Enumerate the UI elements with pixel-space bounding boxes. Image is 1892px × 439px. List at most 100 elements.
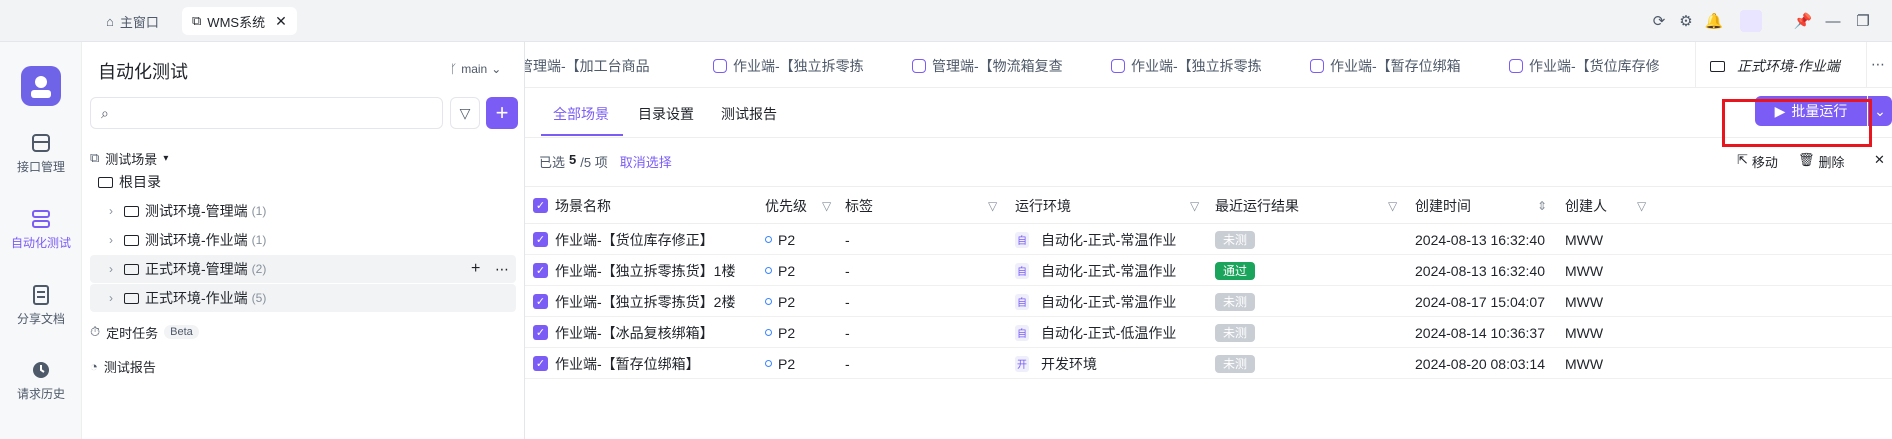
tree-folder[interactable]: › 测试环境-管理端 (1) [90,197,516,225]
delete-button[interactable]: 🗑 删除 [1798,152,1845,171]
refresh-icon[interactable]: ⟳ [1648,10,1670,32]
beta-badge: Beta [164,325,199,339]
column-header[interactable]: 最近运行结果 [1215,187,1299,224]
page-tab[interactable]: 作业端-【货位库存修 [1509,54,1660,78]
tree-root[interactable]: 根目录 [90,168,516,196]
scenario-name[interactable]: 作业端-【独立拆零拣货】2楼 [555,286,735,317]
env-icon: 自 [1015,324,1029,341]
nav-label: 请求历史 [16,387,65,401]
tree-label: 正式环境-管理端 [145,261,248,277]
nav-share-docs[interactable]: 分享文档 [0,285,82,327]
filter-button[interactable]: ▽ [450,97,480,129]
column-header[interactable]: 优先级 [765,187,807,224]
select-all-checkbox[interactable]: ✓ [533,187,548,224]
priority-label: P2 [778,324,796,341]
add-button[interactable]: + [486,97,518,129]
filter-icon[interactable]: ▽ [822,187,831,224]
column-header[interactable]: 标签 [845,187,873,224]
selection-count: 5 [569,152,577,167]
filter-icon[interactable]: ▽ [1190,187,1199,224]
subtab-directory-settings[interactable]: 目录设置 [638,104,694,124]
nav-api-management[interactable]: 接口管理 [0,133,82,175]
table-row[interactable]: ✓ 作业端-【冰品复核绑箱】 P2 - 自自动化-正式-低温作业 未测 2024-08-14… [525,317,1892,348]
selection-prefix: 已选 [539,155,566,170]
test-case-icon [713,59,727,73]
tree-folder[interactable]: › 正式环境-管理端 (2) + ⋯ [90,255,516,283]
priority: P2 [765,255,795,286]
tree-folder[interactable]: › 正式环境-作业端 (5) [90,284,516,312]
check-icon: ✓ [533,356,548,371]
tree-folder[interactable]: › 测试环境-作业端 (1) [90,226,516,254]
test-case-icon [1310,59,1324,73]
table-row[interactable]: ✓ 作业端-【独立拆零拣货】2楼 P2 - 自自动化-正式-常温作业 未测 2024-08-… [525,286,1892,317]
scenario-name[interactable]: 作业端-【独立拆零拣货】1楼 [555,255,735,286]
scenario-name[interactable]: 作业端-【冰品复核绑箱】 [555,317,714,348]
page-tab[interactable]: 作业端-【独立拆零拣 [713,54,864,78]
filter-icon[interactable]: ▽ [988,187,997,224]
chevron-right-icon: › [109,204,113,218]
row-checkbox[interactable]: ✓ [533,255,548,286]
cancel-selection-link[interactable]: 取消选择 [620,152,672,171]
row-checkbox[interactable]: ✓ [533,317,548,348]
column-header[interactable]: 场景名称 [555,187,611,224]
page-tab[interactable]: 作业端-【独立拆零拣 [1111,54,1262,78]
column-header[interactable]: 创建时间 [1415,187,1471,224]
filter-icon[interactable]: ▽ [1388,187,1397,224]
tree-count: (1) [251,204,267,218]
search-input[interactable] [116,104,417,122]
gear-icon[interactable]: ⚙ [1675,10,1697,32]
check-icon: ✓ [533,325,548,340]
nav-request-history[interactable]: 请求历史 [0,360,82,402]
priority: P2 [765,286,795,317]
main-content: 管理端-【加工台商品 作业端-【独立拆零拣 管理端-【物流箱复查 作业端-【独立… [525,42,1892,439]
tree-search-box[interactable]: ⌕ [90,97,443,129]
table-row[interactable]: ✓ 作业端-【暂存位绑箱】 P2 - 开开发环境 未测 2024-08-20 08:03:1… [525,348,1892,379]
tag: - [845,324,850,341]
priority-dot-icon [765,329,772,336]
table-row[interactable]: ✓ 作业端-【货位库存修正】 P2 - 自自动化-正式-常温作业 未测 2024-08-13… [525,224,1892,255]
filter-icon: ▽ [459,104,471,121]
move-button[interactable]: ⇱ 移动 [1737,152,1778,171]
avatar[interactable] [1740,10,1762,32]
window-tab-wms[interactable]: ⧉ WMS系统 ✕ [182,7,297,35]
close-icon[interactable]: ✕ [1874,152,1885,168]
tag: - [845,231,850,248]
page-tab-label: 管理端-【加工台商品 [525,58,650,74]
row-checkbox[interactable]: ✓ [533,286,548,317]
more-tabs-icon[interactable]: ⋯ [1871,56,1885,73]
add-child-icon[interactable]: + [471,260,480,278]
minimize-icon[interactable]: — [1822,10,1844,32]
page-tab[interactable]: 管理端-【物流箱复查 [912,54,1063,78]
subtab-test-report[interactable]: 测试报告 [721,104,777,124]
selection-total: /5 项 [580,155,608,170]
more-icon[interactable]: ⋯ [495,261,509,278]
scenario-name[interactable]: 作业端-【货位库存修正】 [555,224,714,255]
priority-label: P2 [778,293,796,310]
page-tab[interactable]: 作业端-【暂存位绑箱 [1310,54,1461,78]
pin-icon[interactable]: 📌 [1792,10,1814,32]
column-header[interactable]: 运行环境 [1015,187,1071,224]
branch-selector[interactable]: ᚴ main ⌄ [450,62,501,76]
bell-icon[interactable]: 🔔 [1703,10,1725,32]
row-checkbox[interactable]: ✓ [533,224,548,255]
row-checkbox[interactable]: ✓ [533,348,548,379]
creator: MWW [1565,231,1604,248]
tree-test-reports[interactable]: ◔ 测试报告 [90,352,516,380]
page-tab[interactable]: 管理端-【加工台商品 [525,54,650,78]
sort-icon[interactable]: ⇕ [1537,187,1547,224]
tree-scheduled-tasks[interactable]: ⏱ 定时任务 Beta [90,318,516,346]
filter-icon[interactable]: ▽ [1637,187,1646,224]
table-row[interactable]: ✓ 作业端-【独立拆零拣货】1楼 P2 - 自自动化-正式-常温作业 通过 2024-08-… [525,255,1892,286]
page-tab-active[interactable]: 正式环境-作业端 [1695,42,1867,87]
close-icon[interactable]: ✕ [275,13,287,30]
nav-automation-test[interactable]: 自动化测试 [0,209,82,251]
last-result: 未测 [1215,286,1256,317]
branch-icon: ᚴ [450,62,458,76]
search-icon: ⌕ [101,104,109,121]
subtab-all-scenarios[interactable]: 全部场景 [553,104,609,124]
restore-icon[interactable]: ❐ [1852,10,1874,32]
scenario-name[interactable]: 作业端-【暂存位绑箱】 [555,348,700,379]
column-header[interactable]: 创建人 [1565,187,1607,224]
window-tab-main[interactable]: ⌂ 主窗口 [96,7,169,35]
created-time: 2024-08-13 16:32:40 [1415,231,1545,248]
